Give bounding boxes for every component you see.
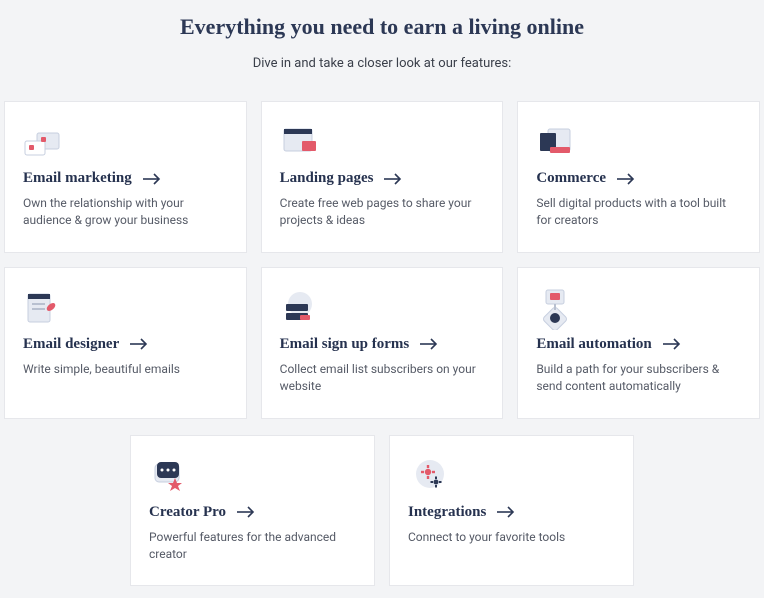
email-designer-icon	[23, 286, 228, 332]
card-desc: Powerful features for the advanced creat…	[149, 529, 356, 564]
card-title: Email sign up forms	[280, 336, 410, 353]
creator-pro-icon	[149, 454, 356, 500]
card-desc: Create free web pages to share your proj…	[280, 195, 485, 230]
card-title: Creator Pro	[149, 504, 226, 521]
card-desc: Sell digital products with a tool built …	[536, 195, 741, 230]
card-landing-pages[interactable]: Landing pages Create free web pages to s…	[261, 101, 504, 253]
card-commerce[interactable]: Commerce Sell digital products with a to…	[517, 101, 760, 253]
card-title: Integrations	[408, 504, 486, 521]
features-grid-row1: Email marketing Own the relationship wit…	[0, 101, 764, 419]
card-title: Landing pages	[280, 170, 374, 187]
arrow-right-icon	[236, 506, 256, 518]
page-title: Everything you need to earn a living onl…	[0, 14, 764, 40]
card-desc: Collect email list subscribers on your w…	[280, 361, 485, 396]
arrow-right-icon	[419, 338, 439, 350]
card-title: Commerce	[536, 170, 606, 187]
arrow-right-icon	[616, 173, 636, 185]
card-desc: Connect to your favorite tools	[408, 529, 615, 546]
integrations-icon	[408, 454, 615, 500]
arrow-right-icon	[662, 338, 682, 350]
arrow-right-icon	[496, 506, 516, 518]
card-heading: Commerce	[536, 170, 741, 187]
automation-icon	[536, 286, 741, 332]
landing-pages-icon	[280, 120, 485, 166]
page-header: Everything you need to earn a living onl…	[0, 0, 764, 71]
card-heading: Creator Pro	[149, 504, 356, 521]
card-email-marketing[interactable]: Email marketing Own the relationship wit…	[4, 101, 247, 253]
card-desc: Own the relationship with your audience …	[23, 195, 228, 230]
arrow-right-icon	[142, 173, 162, 185]
card-email-automation[interactable]: Email automation Build a path for your s…	[517, 267, 760, 419]
card-creator-pro[interactable]: Creator Pro Powerful features for the ad…	[130, 435, 375, 587]
card-title: Email designer	[23, 336, 119, 353]
card-title: Email marketing	[23, 170, 132, 187]
card-heading: Landing pages	[280, 170, 485, 187]
card-heading: Integrations	[408, 504, 615, 521]
arrow-right-icon	[129, 338, 149, 350]
card-title: Email automation	[536, 336, 651, 353]
card-heading: Email automation	[536, 336, 741, 353]
card-integrations[interactable]: Integrations Connect to your favorite to…	[389, 435, 634, 587]
card-desc: Write simple, beautiful emails	[23, 361, 228, 378]
card-heading: Email marketing	[23, 170, 228, 187]
card-email-designer[interactable]: Email designer Write simple, beautiful e…	[4, 267, 247, 419]
card-heading: Email sign up forms	[280, 336, 485, 353]
card-heading: Email designer	[23, 336, 228, 353]
card-desc: Build a path for your subscribers & send…	[536, 361, 741, 396]
commerce-icon	[536, 120, 741, 166]
arrow-right-icon	[383, 173, 403, 185]
card-signup-forms[interactable]: Email sign up forms Collect email list s…	[261, 267, 504, 419]
signup-forms-icon	[280, 286, 485, 332]
features-grid-row2: Creator Pro Powerful features for the ad…	[0, 435, 764, 587]
page-subtitle: Dive in and take a closer look at our fe…	[0, 56, 764, 71]
email-marketing-icon	[23, 120, 228, 166]
